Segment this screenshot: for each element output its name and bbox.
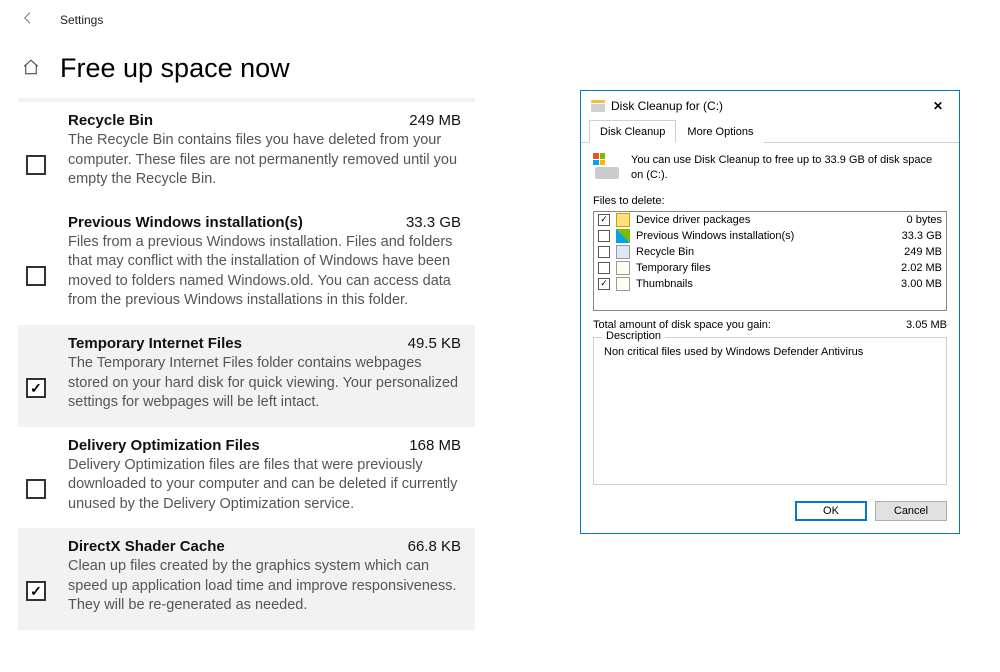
description-legend: Description bbox=[602, 330, 665, 342]
header-label[interactable]: Settings bbox=[60, 13, 103, 27]
file-name: Recycle Bin bbox=[636, 246, 876, 258]
disk-cleanup-icon bbox=[591, 100, 605, 112]
file-name: Device driver packages bbox=[636, 214, 876, 226]
file-checkbox[interactable] bbox=[598, 214, 610, 226]
description-text: Non critical files used by Windows Defen… bbox=[604, 346, 936, 476]
file-size: 249 MB bbox=[882, 246, 942, 258]
item-checkbox[interactable] bbox=[26, 378, 46, 398]
item-checkbox[interactable] bbox=[26, 581, 46, 601]
item-description: The Temporary Internet Files folder cont… bbox=[68, 354, 465, 413]
item-title: Delivery Optimization Files bbox=[68, 437, 260, 454]
file-size: 33.3 GB bbox=[882, 230, 942, 242]
item-title: Recycle Bin bbox=[68, 112, 153, 129]
cleanup-item[interactable]: Recycle Bin 249 MB The Recycle Bin contain… bbox=[18, 102, 475, 204]
info-row: You can use Disk Cleanup to free up to 3… bbox=[593, 153, 947, 183]
cleanup-item[interactable]: Previous Windows installation(s) 33.3 GB F… bbox=[18, 204, 475, 325]
file-size: 2.02 MB bbox=[882, 262, 942, 274]
file-checkbox[interactable] bbox=[598, 262, 610, 274]
dialog-buttons: OK Cancel bbox=[581, 493, 959, 533]
cleanup-item[interactable]: Delivery Optimization Files 168 MB Deliver… bbox=[18, 427, 475, 529]
item-size: 168 MB bbox=[385, 437, 465, 454]
item-size: 249 MB bbox=[385, 112, 465, 129]
file-size: 0 bytes bbox=[882, 214, 942, 226]
item-checkbox[interactable] bbox=[26, 479, 46, 499]
item-title: DirectX Shader Cache bbox=[68, 538, 225, 555]
total-value: 3.05 MB bbox=[906, 319, 947, 331]
file-row[interactable]: Recycle Bin 249 MB bbox=[594, 244, 946, 260]
cancel-button[interactable]: Cancel bbox=[875, 501, 947, 521]
item-checkbox[interactable] bbox=[26, 155, 46, 175]
tab-body: You can use Disk Cleanup to free up to 3… bbox=[581, 143, 959, 493]
item-size: 33.3 GB bbox=[385, 214, 465, 231]
item-title: Temporary Internet Files bbox=[68, 335, 242, 352]
tabs-row: Disk Cleanup More Options bbox=[581, 119, 959, 143]
file-name: Previous Windows installation(s) bbox=[636, 230, 876, 242]
tab-more-options[interactable]: More Options bbox=[676, 120, 764, 143]
file-name: Temporary files bbox=[636, 262, 876, 274]
file-row[interactable]: Previous Windows installation(s) 33.3 GB bbox=[594, 228, 946, 244]
title-row: Free up space now bbox=[0, 33, 475, 98]
info-text: You can use Disk Cleanup to free up to 3… bbox=[631, 153, 947, 183]
file-checkbox[interactable] bbox=[598, 246, 610, 258]
description-group: Description Non critical files used by W… bbox=[593, 337, 947, 485]
home-icon[interactable] bbox=[22, 58, 40, 79]
item-size: 66.8 KB bbox=[385, 538, 465, 555]
file-row[interactable]: Device driver packages 0 bytes bbox=[594, 212, 946, 228]
back-arrow-icon[interactable] bbox=[20, 10, 36, 29]
dialog-title: Disk Cleanup for (C:) bbox=[611, 99, 723, 113]
item-description: Files from a previous Windows installati… bbox=[68, 233, 465, 311]
file-row[interactable]: Thumbnails 3.00 MB bbox=[594, 276, 946, 292]
tmp-icon bbox=[616, 261, 630, 275]
tab-disk-cleanup[interactable]: Disk Cleanup bbox=[589, 120, 676, 143]
disk-cleanup-dialog: Disk Cleanup for (C:) ✕ Disk Cleanup Mor… bbox=[580, 90, 960, 534]
file-row[interactable]: Temporary files 2.02 MB bbox=[594, 260, 946, 276]
dialog-titlebar[interactable]: Disk Cleanup for (C:) ✕ bbox=[581, 91, 959, 119]
close-icon[interactable]: ✕ bbox=[927, 97, 949, 115]
win-icon bbox=[616, 229, 630, 243]
cleanup-item-list: Recycle Bin 249 MB The Recycle Bin contain… bbox=[0, 102, 475, 630]
file-checkbox[interactable] bbox=[598, 278, 610, 290]
header-row: Settings bbox=[0, 0, 475, 33]
item-description: The Recycle Bin contains files you have … bbox=[68, 131, 465, 190]
file-name: Thumbnails bbox=[636, 278, 876, 290]
item-description: Delivery Optimization files are files th… bbox=[68, 456, 465, 515]
page-title: Free up space now bbox=[60, 53, 290, 84]
file-checkbox[interactable] bbox=[598, 230, 610, 242]
drive-icon bbox=[593, 153, 621, 181]
file-list[interactable]: Device driver packages 0 bytes Previous Wi… bbox=[593, 211, 947, 311]
ok-button[interactable]: OK bbox=[795, 501, 867, 521]
item-checkbox[interactable] bbox=[26, 266, 46, 286]
cleanup-item[interactable]: DirectX Shader Cache 66.8 KB Clean up file… bbox=[18, 528, 475, 630]
file-size: 3.00 MB bbox=[882, 278, 942, 290]
thmb-icon bbox=[616, 277, 630, 291]
item-title: Previous Windows installation(s) bbox=[68, 214, 303, 231]
item-size: 49.5 KB bbox=[385, 335, 465, 352]
item-description: Clean up files created by the graphics s… bbox=[68, 557, 465, 616]
settings-page: Settings Free up space now Recycle Bin 24… bbox=[0, 0, 475, 630]
cleanup-item[interactable]: Temporary Internet Files 49.5 KB The Tempo… bbox=[18, 325, 475, 427]
bin-icon bbox=[616, 245, 630, 259]
pkg-icon bbox=[616, 213, 630, 227]
files-to-delete-label: Files to delete: bbox=[593, 195, 947, 207]
